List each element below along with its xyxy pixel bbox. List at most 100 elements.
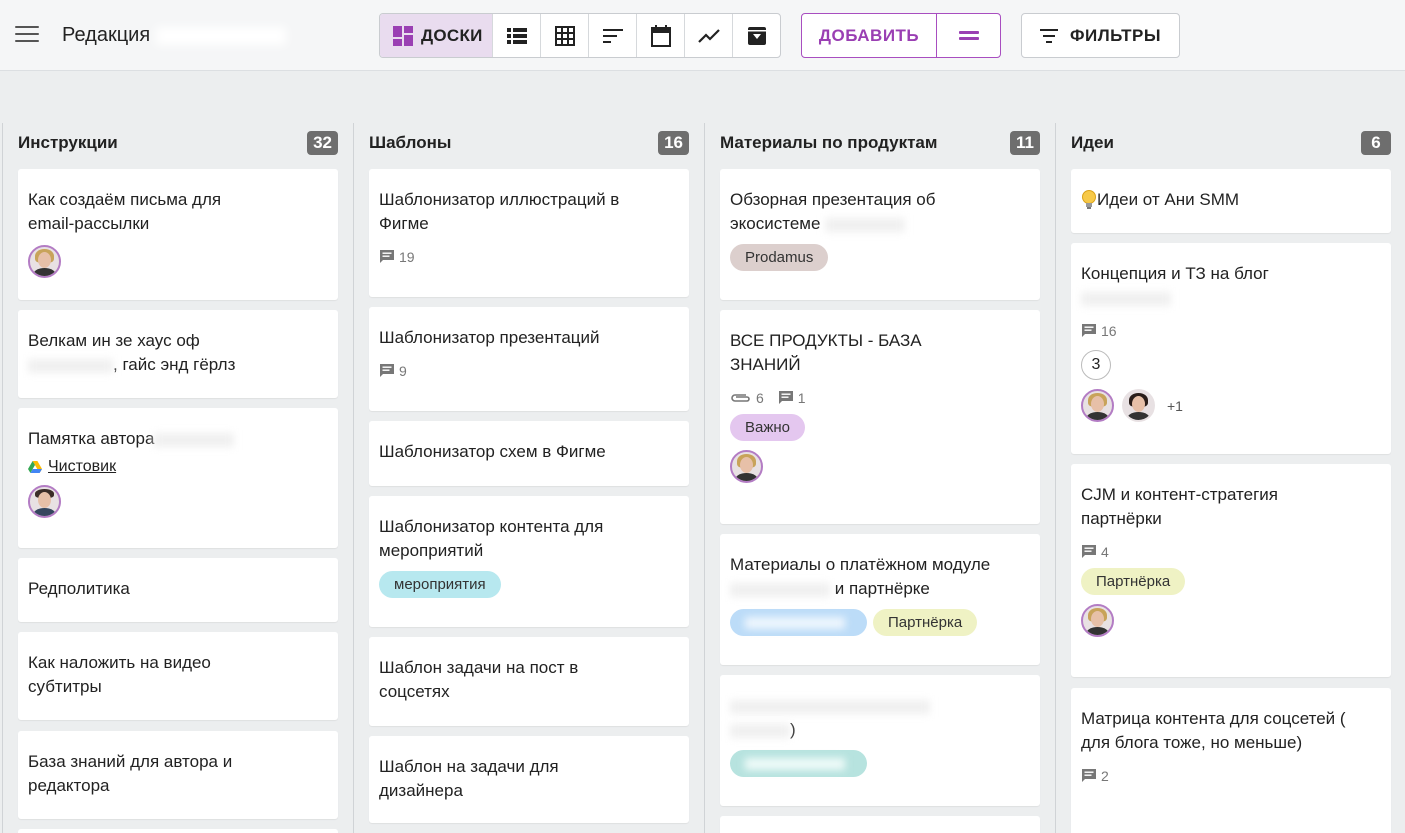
card[interactable]: Велкам ин зе хаус оф , гайс энд гёрлз [18, 310, 338, 398]
card-title: Памятка автора [28, 427, 328, 451]
card-title: Как создаём письма для email-рассылки [28, 190, 222, 233]
card-title: Матрица контента для соцсетей ( для блог… [1081, 709, 1346, 752]
avatar[interactable] [1081, 389, 1114, 422]
trend-chart-icon [697, 28, 720, 43]
add-button[interactable]: ДОБАВИТЬ [802, 14, 937, 57]
column-header: Шаблоны 16 [369, 131, 689, 155]
card-title: Концепция и ТЗ на блог [1081, 262, 1381, 310]
card[interactable]: Концепция и ТЗ на блог 16 3 +1 [1071, 243, 1391, 454]
column-templates: Шаблоны 16 Шаблонизатор иллюстраций в Фи… [353, 123, 704, 833]
tag-redacted[interactable] [730, 750, 867, 777]
card-tags: Партнёрка [1081, 568, 1381, 595]
view-chart-button[interactable] [684, 14, 732, 57]
card[interactable]: Материалы о платёжном модуле и партнёрке… [720, 534, 1040, 665]
attachments-count: 6 [730, 390, 764, 406]
card[interactable]: Как создаём письма для email-рассылки [18, 169, 338, 300]
view-boards-label: ДОСКИ [421, 25, 483, 45]
tag-partner[interactable]: Партнёрка [873, 609, 978, 636]
more-members-count[interactable]: +1 [1167, 398, 1183, 414]
column-title[interactable]: Инструкции [18, 133, 118, 152]
card[interactable]: Шаблонизатор иллюстраций в Фигме 19 [369, 169, 689, 297]
card[interactable]: Шаблон на задачи для дизайнера [369, 736, 689, 823]
card-title: ) [730, 694, 960, 742]
view-gantt-button[interactable] [588, 14, 636, 57]
avatar[interactable] [28, 245, 61, 278]
card[interactable]: Редполитика [18, 558, 338, 622]
card[interactable]: ) [720, 675, 1040, 806]
card-title: Велкам ин зе хаус оф , гайс энд гёрлз [28, 329, 258, 377]
avatar[interactable] [730, 450, 763, 483]
tag-redacted[interactable] [730, 609, 867, 636]
tag-prodamus[interactable]: Prodamus [730, 244, 829, 271]
column-count-badge: 32 [307, 131, 338, 155]
add-options-button[interactable] [937, 14, 1000, 57]
comment-icon [1082, 545, 1096, 558]
view-archive-button[interactable] [732, 14, 780, 57]
redacted-text [825, 217, 906, 232]
card[interactable]: Идеи от Ани SMM [1071, 169, 1391, 233]
card-title-part: ) [790, 720, 796, 739]
card-meta: 16 [1081, 323, 1381, 339]
comments-count: 1 [778, 390, 806, 406]
view-boards-button[interactable]: ДОСКИ [380, 14, 492, 57]
card[interactable]: Шаблонизатор презентаций 9 [369, 307, 689, 411]
card-meta: 4 [1081, 544, 1381, 560]
column-title[interactable]: Шаблоны [369, 133, 451, 152]
comments-count: 4 [1081, 544, 1109, 560]
card[interactable]: Как наложить на видео субтитры [18, 632, 338, 720]
column-ideas: Идеи 6 Идеи от Ани SMM Концепция и ТЗ на… [1055, 123, 1405, 833]
view-calendar-button[interactable] [636, 14, 684, 57]
comment-icon [778, 391, 793, 404]
filters-button[interactable]: ФИЛЬТРЫ [1021, 13, 1180, 58]
view-switcher: ДОСКИ [379, 13, 781, 58]
card-tags: Партнёрка [730, 609, 1030, 636]
card[interactable] [720, 816, 1040, 833]
tag-partner[interactable]: Партнёрка [1081, 568, 1186, 595]
view-list-button[interactable] [492, 14, 540, 57]
comments-count: 2 [1081, 768, 1109, 784]
card-title: Обзорная презентация об экосистеме [730, 188, 970, 236]
filters-label: ФИЛЬТРЫ [1069, 25, 1162, 45]
card-tags: Prodamus [730, 244, 1030, 271]
card[interactable] [18, 829, 338, 833]
comments-count: 9 [379, 363, 407, 379]
redacted-text [730, 582, 830, 597]
view-table-button[interactable] [540, 14, 588, 57]
avatar[interactable] [1081, 604, 1114, 637]
card[interactable]: Шаблонизатор схем в Фигме [369, 421, 689, 486]
avatar[interactable] [28, 485, 61, 518]
filter-icon [1039, 28, 1058, 43]
comment-icon [1082, 769, 1096, 782]
card-title: Шаблонизатор контента для мероприятий [379, 517, 604, 560]
avatar[interactable] [1122, 389, 1155, 422]
card[interactable]: Обзорная презентация об экосистеме Proda… [720, 169, 1040, 300]
column-header: Инструкции 32 [18, 131, 338, 155]
card[interactable]: База знаний для автора и редактора [18, 731, 338, 819]
card[interactable]: Шаблон задачи на пост в соцсетях [369, 637, 689, 726]
column-title[interactable]: Материалы по продуктам [720, 133, 937, 152]
table-icon [554, 25, 575, 46]
attached-document-link[interactable]: Чистовик [28, 458, 328, 476]
workspace-title[interactable]: Редакция [62, 24, 286, 47]
card[interactable]: CJM и контент-стратегия партнёрки 4 Парт… [1071, 464, 1391, 677]
card-title-part: Концепция и ТЗ на блог [1081, 264, 1269, 283]
drag-handle-icon [958, 28, 979, 43]
card-meta: 19 [379, 249, 679, 265]
tag-events[interactable]: мероприятия [379, 571, 501, 598]
card[interactable]: ВСЕ ПРОДУКТЫ - БАЗА ЗНАНИЙ 6 1 Важно [720, 310, 1040, 524]
comment-icon [1082, 324, 1096, 337]
checklist-count-badge: 3 [1081, 350, 1111, 380]
boards-icon [393, 25, 413, 46]
card-members: +1 [1081, 389, 1381, 422]
tag-important[interactable]: Важно [730, 414, 806, 441]
card[interactable]: Шаблонизатор контента для мероприятий ме… [369, 496, 689, 627]
hamburger-menu-icon[interactable] [15, 26, 39, 44]
list-icon [506, 27, 527, 44]
card[interactable]: Памятка автора Чистовик [18, 408, 338, 548]
card-title: CJM и контент-стратегия партнёрки [1081, 485, 1279, 528]
comments-count-value: 2 [1101, 768, 1109, 784]
comments-count-value: 1 [797, 390, 806, 406]
card-title-part: Велкам ин зе хаус оф [28, 331, 200, 350]
card[interactable]: Матрица контента для соцсетей ( для блог… [1071, 688, 1391, 833]
column-title[interactable]: Идеи [1071, 133, 1114, 152]
